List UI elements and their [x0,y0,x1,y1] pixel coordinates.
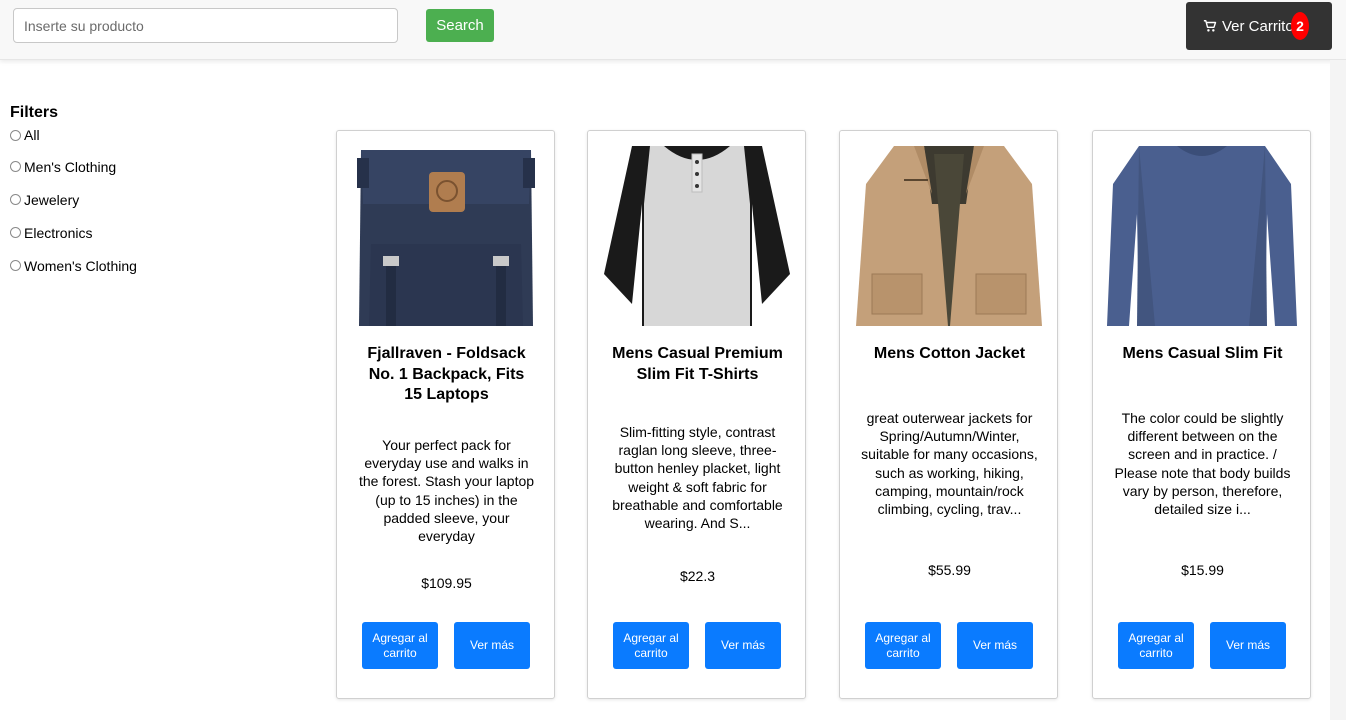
product-image-henley-shirt [602,144,792,326]
view-cart-button[interactable]: Ver Carrito [1186,2,1332,50]
filter-option-electronics[interactable]: Electronics [10,216,137,249]
product-title: Mens Cotton Jacket [873,345,1026,362]
product-image-jacket [854,144,1044,326]
filter-label: Men's Clothing [24,158,117,175]
filter-label: Women's Clothing [24,257,137,274]
add-to-cart-button[interactable]: Agregar al carrito [362,622,438,669]
product-card: Mens Cotton Jacket great outerwear jacke… [839,130,1058,699]
radio-button[interactable] [10,161,21,172]
cart-count-badge: 2 [1291,12,1309,40]
search-button[interactable]: Search [426,9,494,42]
view-more-button[interactable]: Ver más [454,622,530,669]
top-bar: Search Ver Carrito 2 [0,0,1346,60]
filter-label: All [24,127,40,143]
product-description: great outerwear jackets for Spring/Autum… [861,410,1038,518]
radio-button[interactable] [10,129,21,141]
radio-button[interactable] [10,194,21,205]
view-more-button[interactable]: Ver más [1210,622,1286,669]
shopping-cart-icon [1203,20,1217,32]
search-input[interactable] [13,8,398,43]
product-description: Slim-fitting style, contrast raglan long… [612,424,783,532]
product-price: $15.99 [1181,562,1224,578]
product-description: Your perfect pack for everyday use and w… [358,437,535,545]
add-to-cart-button[interactable]: Agregar al carrito [613,622,689,669]
filter-option-jewelery[interactable]: Jewelery [10,183,137,216]
product-title: Fjallraven - Foldsack No. 1 Backpack, Fi… [367,345,526,403]
product-image-long-sleeve-shirt [1107,144,1297,326]
product-title: Mens Casual Premium Slim Fit T-Shirts [612,345,783,383]
filter-option-all[interactable]: All [10,126,137,144]
product-card: Fjallraven - Foldsack No. 1 Backpack, Fi… [336,130,555,699]
product-price: $22.3 [679,568,716,584]
view-more-button[interactable]: Ver más [957,622,1033,669]
product-title: Mens Casual Slim Fit [1122,345,1283,362]
product-price: $55.99 [928,562,971,578]
add-to-cart-button[interactable]: Agregar al carrito [1118,622,1194,669]
product-description: The color could be slightly different be… [1114,410,1291,518]
filters-title: Filters [10,104,59,121]
radio-button[interactable] [10,260,21,271]
product-price: $109.95 [421,575,472,591]
filter-option-mens-clothing[interactable]: Men's Clothing [10,150,137,183]
product-card: Mens Casual Slim Fit The color could be … [1092,130,1311,699]
cart-label: Ver Carrito [1222,18,1294,35]
filters-panel: Filters All Men's Clothing Jewelery Elec… [10,104,137,282]
filter-label: Electronics [24,224,93,241]
filter-option-womens-clothing[interactable]: Women's Clothing [10,249,137,282]
filter-label: Jewelery [24,191,80,208]
product-card: Mens Casual Premium Slim Fit T-Shirts Sl… [587,130,806,699]
scroll-gutter [1330,60,1346,720]
view-more-button[interactable]: Ver más [705,622,781,669]
radio-button[interactable] [10,227,21,238]
product-image-backpack [351,144,541,326]
add-to-cart-button[interactable]: Agregar al carrito [865,622,941,669]
